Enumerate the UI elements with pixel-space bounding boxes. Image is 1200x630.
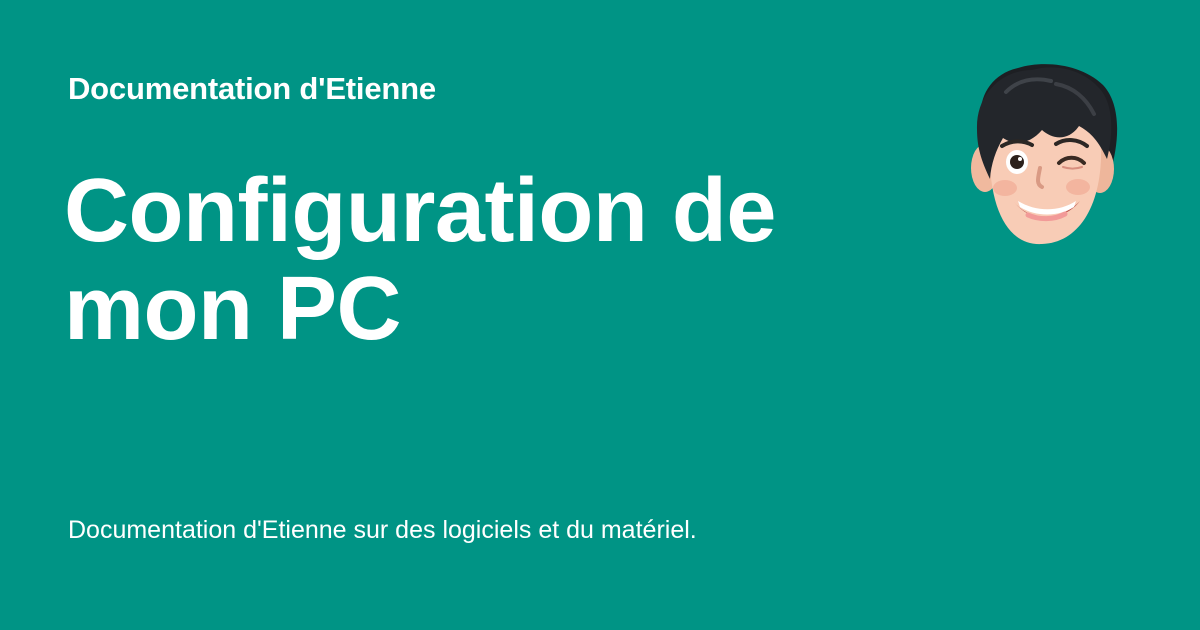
page-title: Configuration de mon PC [64, 161, 776, 359]
social-preview-card: Documentation d'Etienne Configuration de… [0, 0, 1200, 630]
site-name: Documentation d'Etienne [68, 71, 436, 106]
page-description: Documentation d'Etienne sur des logiciel… [68, 516, 697, 544]
avatar-icon [971, 64, 1118, 245]
